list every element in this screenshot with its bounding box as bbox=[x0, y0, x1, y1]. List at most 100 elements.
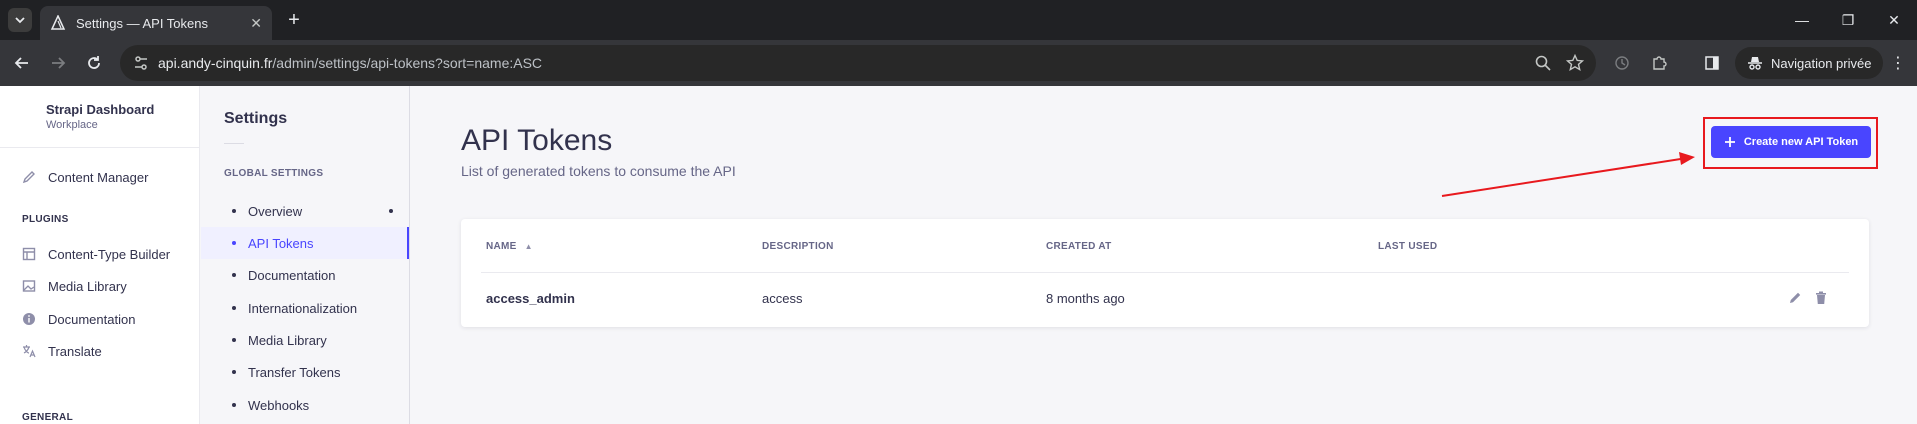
minimize-button[interactable]: — bbox=[1779, 0, 1825, 40]
browser-tab-bar: Settings — API Tokens ✕ + — ❐ ✕ bbox=[0, 0, 1917, 40]
bullet-dot bbox=[232, 370, 236, 374]
delete-token-button[interactable] bbox=[1812, 289, 1830, 307]
close-window-button[interactable]: ✕ bbox=[1871, 0, 1917, 40]
chevron-down-icon bbox=[15, 17, 25, 24]
subnav-link-transfer-tokens[interactable]: Transfer Tokens bbox=[201, 356, 409, 388]
back-button[interactable] bbox=[10, 51, 34, 75]
url-path: /admin/settings/api-tokens?sort=name:ASC bbox=[272, 55, 543, 71]
private-browsing-badge[interactable]: Navigation privée bbox=[1735, 47, 1884, 79]
reload-button[interactable] bbox=[82, 51, 106, 75]
incognito-icon bbox=[1748, 57, 1762, 70]
subnav-link-media-library[interactable]: Media Library bbox=[201, 324, 409, 356]
subnav-link-documentation[interactable]: Documentation bbox=[201, 259, 409, 291]
side-panel-icon bbox=[1705, 56, 1719, 70]
token-description-cell: access bbox=[762, 291, 803, 306]
nav-media-library-label: Media Library bbox=[48, 278, 127, 294]
puzzle-icon bbox=[1653, 56, 1667, 70]
subnav-link-overview[interactable]: Overview bbox=[201, 195, 409, 227]
bookmark-star-icon[interactable] bbox=[1566, 54, 1584, 72]
nav-divider bbox=[0, 147, 200, 148]
restore-button[interactable]: ❐ bbox=[1825, 0, 1871, 40]
forward-button[interactable] bbox=[46, 51, 70, 75]
pencil-icon bbox=[1790, 292, 1801, 303]
bullet-dot bbox=[232, 241, 236, 245]
nav-content-manager-label: Content Manager bbox=[48, 169, 149, 185]
browser-tab-active[interactable]: Settings — API Tokens ✕ bbox=[40, 6, 272, 40]
column-header-label: NAME bbox=[486, 241, 517, 252]
zoom-search-icon[interactable] bbox=[1534, 54, 1552, 72]
url-host: api.andy-cinquin.fr bbox=[158, 55, 273, 71]
subnav-link-label: Transfer Tokens bbox=[248, 364, 341, 380]
address-bar[interactable]: api.andy-cinquin.fr/admin/settings/api-t… bbox=[120, 45, 1596, 81]
bullet-dot bbox=[232, 209, 236, 213]
image-icon bbox=[22, 279, 36, 293]
create-api-token-button[interactable]: Create new API Token bbox=[1711, 126, 1871, 158]
pencil-icon bbox=[22, 170, 36, 184]
strapi-favicon-icon bbox=[50, 15, 66, 30]
nav-translate[interactable]: Translate bbox=[22, 341, 102, 361]
bullet-dot bbox=[232, 273, 236, 277]
layout-icon bbox=[22, 247, 36, 261]
nav-section-general: GENERAL bbox=[22, 412, 73, 423]
token-created-at-cell: 8 months ago bbox=[1046, 291, 1125, 306]
nav-documentation-label: Documentation bbox=[48, 311, 136, 327]
create-api-token-label: Create new API Token bbox=[1743, 136, 1859, 148]
settings-title: Settings bbox=[224, 110, 288, 127]
column-header-description: DESCRIPTION bbox=[762, 241, 834, 252]
edit-token-button[interactable] bbox=[1786, 289, 1804, 307]
brand-name: Strapi Dashboard bbox=[46, 102, 155, 117]
subnav-link-api-tokens[interactable]: API Tokens bbox=[201, 227, 409, 259]
main-content: API Tokens List of generated tokens to c… bbox=[411, 86, 1917, 424]
token-name-cell[interactable]: access_admin bbox=[486, 291, 575, 306]
workspace-brand[interactable]: Strapi Dashboard Workplace bbox=[46, 102, 154, 131]
bullet-dot bbox=[232, 306, 236, 310]
trash-icon bbox=[1816, 291, 1826, 304]
tab-close-icon[interactable]: ✕ bbox=[250, 15, 262, 32]
nav-media-library[interactable]: Media Library bbox=[22, 276, 127, 296]
browser-menu-button[interactable]: ⋮ bbox=[1886, 51, 1910, 75]
brand-sub: Workplace bbox=[46, 119, 98, 131]
url-text[interactable]: api.andy-cinquin.fr/admin/settings/api-t… bbox=[158, 45, 542, 81]
api-tokens-table: NAME ▲ DESCRIPTION CREATED AT LAST USED … bbox=[461, 219, 1869, 327]
subnav-link-label: Webhooks bbox=[248, 397, 310, 413]
header-row-divider bbox=[481, 272, 1849, 273]
bullet-dot bbox=[232, 338, 236, 342]
kebab-menu-icon: ⋮ bbox=[1890, 55, 1906, 72]
column-header-last-used: LAST USED bbox=[1378, 241, 1438, 252]
subnav-link-label: Overview bbox=[248, 203, 303, 219]
new-tab-button[interactable]: + bbox=[282, 8, 306, 32]
nav-content-type-builder[interactable]: Content-Type Builder bbox=[22, 244, 170, 264]
settings-subnav: Settings GLOBAL SETTINGS Overview API To… bbox=[201, 86, 410, 424]
subnav-link-label: Media Library bbox=[248, 332, 327, 348]
nav-content-type-builder-label: Content-Type Builder bbox=[48, 246, 171, 262]
nav-section-plugins: PLUGINS bbox=[22, 214, 69, 225]
extensions-button[interactable] bbox=[1647, 51, 1671, 75]
tab-title: Settings — API Tokens bbox=[76, 15, 208, 31]
private-label: Navigation privée bbox=[1771, 55, 1872, 71]
sort-ascending-icon[interactable]: ▲ bbox=[525, 242, 533, 251]
subnav-link-label: API Tokens bbox=[248, 235, 314, 251]
annotation-arrow bbox=[1441, 152, 1695, 197]
column-header-name[interactable]: NAME ▲ bbox=[486, 241, 533, 252]
clock-icon bbox=[1615, 56, 1629, 70]
subnav-link-label: Internationalization bbox=[248, 300, 358, 316]
subnav-link-internationalization[interactable]: Internationalization bbox=[201, 292, 409, 324]
plus-icon bbox=[1724, 137, 1735, 147]
nav-documentation[interactable]: Documentation bbox=[22, 309, 135, 329]
arrow-right-icon bbox=[52, 57, 66, 69]
reload-icon bbox=[88, 56, 100, 69]
tab-search-button[interactable] bbox=[8, 8, 32, 32]
settings-title-divider bbox=[224, 143, 244, 144]
nav-content-manager[interactable]: Content Manager bbox=[22, 167, 148, 187]
translate-icon bbox=[22, 344, 36, 358]
arrow-left-icon bbox=[14, 57, 28, 69]
subnav-link-webhooks[interactable]: Webhooks bbox=[201, 389, 409, 421]
global-settings-section: GLOBAL SETTINGS bbox=[224, 168, 324, 179]
main-navigation: Strapi Dashboard Workplace Content Manag… bbox=[0, 86, 200, 424]
side-panel-button[interactable] bbox=[1700, 51, 1724, 75]
notification-dot bbox=[389, 209, 393, 213]
site-info-icon[interactable] bbox=[132, 54, 150, 72]
info-icon bbox=[22, 312, 36, 326]
extension-clock-icon[interactable] bbox=[1610, 51, 1634, 75]
nav-translate-label: Translate bbox=[48, 343, 102, 359]
